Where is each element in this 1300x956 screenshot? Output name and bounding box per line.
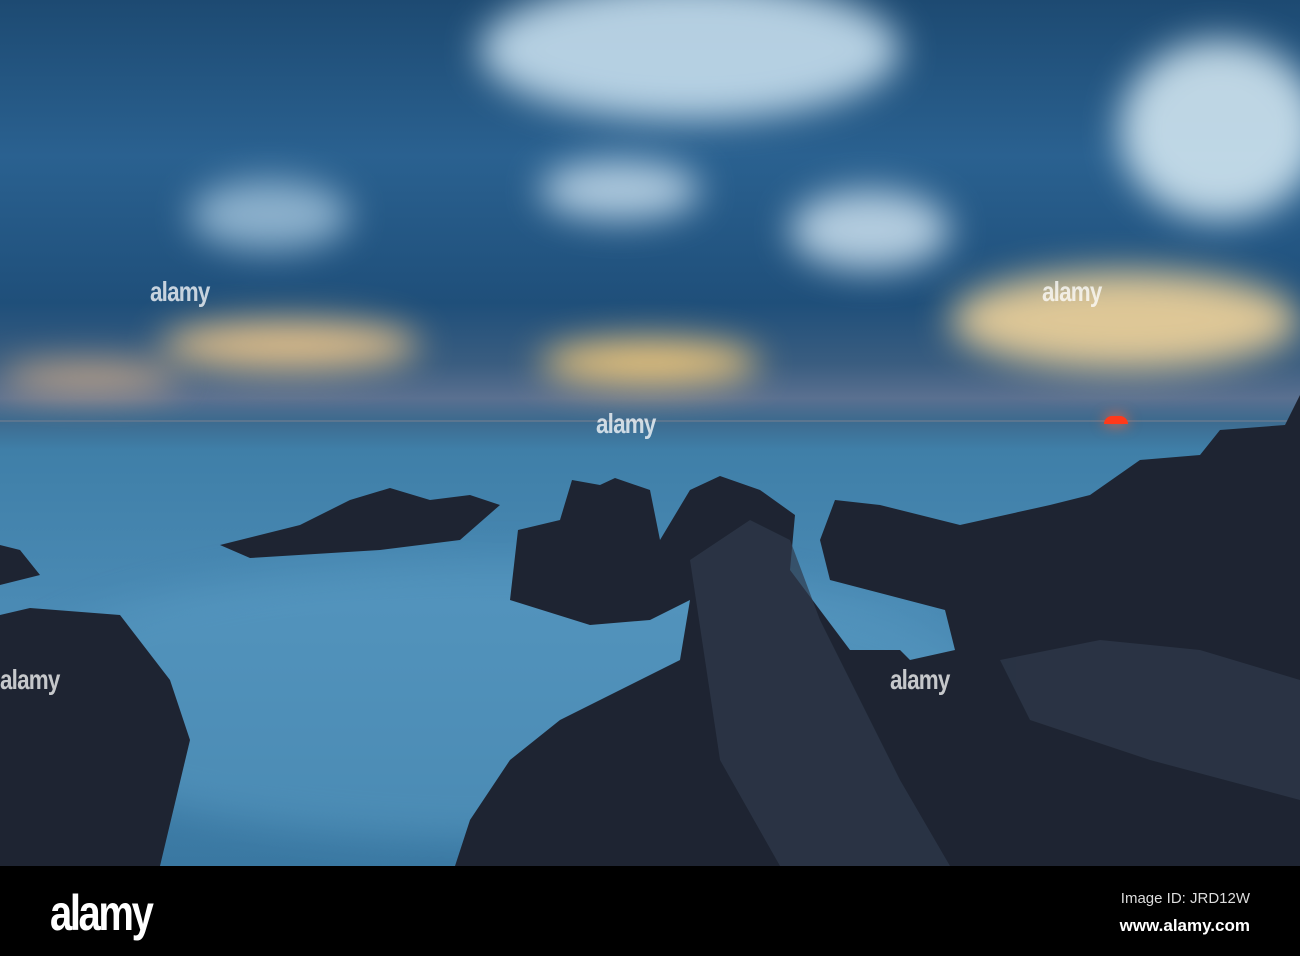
footer-bar: alamy Image ID: JRD12W www.alamy.com	[0, 866, 1300, 956]
watermark: alamy	[150, 276, 210, 307]
rock	[0, 608, 190, 866]
seascape-photo: alamy alamy alamy alamy alamy	[0, 0, 1300, 866]
alamy-logo: alamy	[50, 885, 154, 941]
watermark: alamy	[890, 664, 950, 695]
watermark: alamy	[1042, 276, 1102, 307]
rock	[220, 488, 500, 558]
watermark: alamy	[596, 408, 656, 439]
image-id: Image ID: JRD12W	[1120, 890, 1250, 907]
watermark: alamy	[0, 664, 60, 695]
rock	[0, 545, 40, 585]
site-url: www.alamy.com	[1119, 916, 1250, 935]
